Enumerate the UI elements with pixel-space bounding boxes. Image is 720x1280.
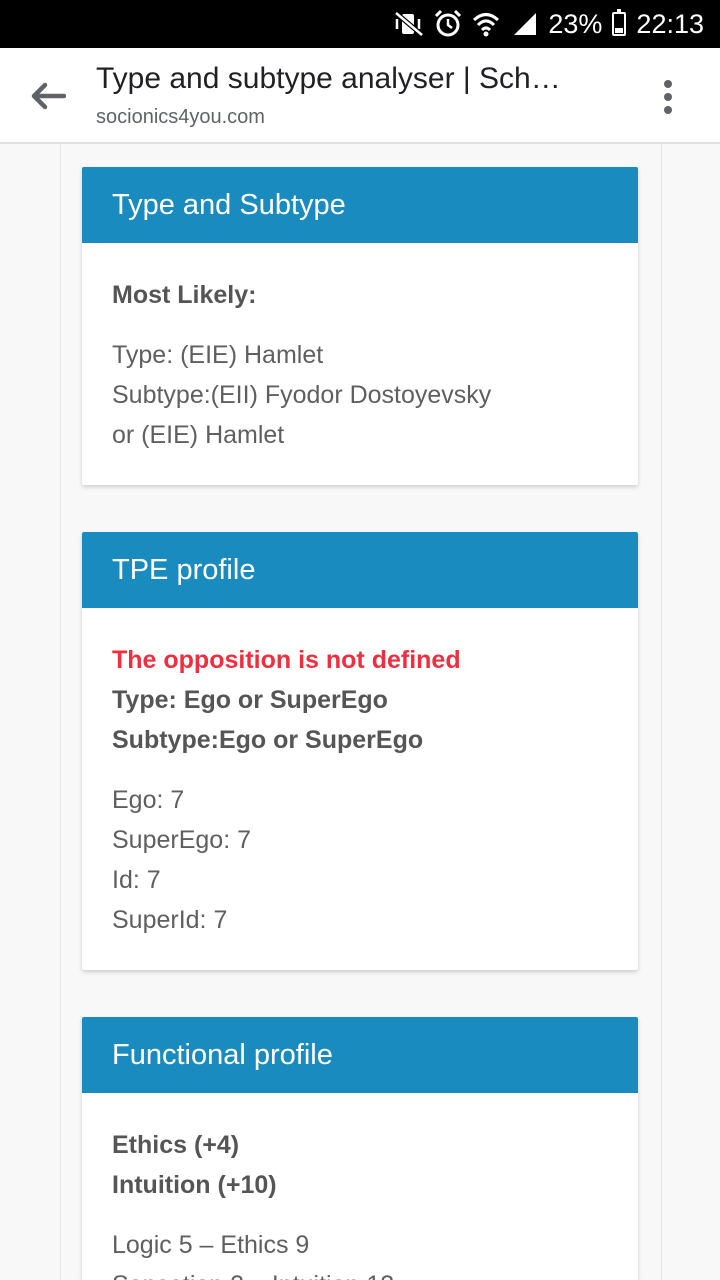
battery-percent: 23%	[548, 8, 603, 39]
ethics-score: Ethics (+4)	[112, 1131, 240, 1159]
sensation-intuition-score: Sensation 2 – Intuition 12	[112, 1265, 608, 1280]
type-result: Type: (EIE) Hamlet	[112, 341, 324, 369]
subtype-alternative: or (EIE) Hamlet	[112, 421, 285, 449]
opposition-warning: The opposition is not defined	[112, 646, 461, 674]
logic-ethics-score: Logic 5 – Ethics 9	[112, 1231, 310, 1259]
browser-toolbar: Type and subtype analyser | Sch… socioni…	[0, 48, 720, 144]
mute-vibrate-icon	[394, 11, 424, 37]
tpe-subtype: Subtype:Ego or SuperEgo	[112, 726, 424, 754]
card-header: Functional profile	[82, 1017, 638, 1093]
alarm-icon	[434, 10, 462, 38]
most-likely-label: Most Likely:	[112, 281, 257, 309]
superego-score: SuperEgo: 7	[112, 826, 251, 854]
tpe-profile-card: TPE profile The opposition is not define…	[82, 532, 638, 970]
menu-dot-icon	[664, 80, 672, 88]
status-bar: 23% 22:13	[0, 0, 720, 48]
type-subtype-card: Type and Subtype Most Likely: Type: (EIE…	[82, 167, 638, 485]
page-url[interactable]: socionics4you.com	[96, 106, 265, 129]
intuition-score: Intuition (+10)	[112, 1171, 277, 1199]
ego-score: Ego: 7	[112, 786, 185, 814]
more-options-button[interactable]	[648, 74, 688, 120]
clock: 22:13	[636, 8, 704, 39]
back-button[interactable]	[22, 70, 74, 122]
signal-icon	[510, 11, 538, 37]
battery-icon	[612, 9, 627, 36]
tpe-type: Type: Ego or SuperEgo	[112, 686, 388, 714]
functional-profile-card: Functional profile Ethics (+4) Intuition…	[82, 1017, 638, 1280]
card-header: TPE profile	[82, 532, 638, 608]
id-score: Id: 7	[112, 866, 161, 894]
back-arrow-icon	[31, 82, 66, 110]
card-header: Type and Subtype	[82, 167, 638, 243]
menu-dot-icon	[664, 106, 672, 114]
superid-score: SuperId: 7	[112, 906, 228, 934]
page-title: Type and subtype analyser | Sch…	[96, 62, 561, 95]
wifi-icon	[472, 11, 500, 37]
menu-dot-icon	[664, 93, 672, 101]
subtype-result: Subtype:(EII) Fyodor Dostoyevsky	[112, 381, 492, 409]
